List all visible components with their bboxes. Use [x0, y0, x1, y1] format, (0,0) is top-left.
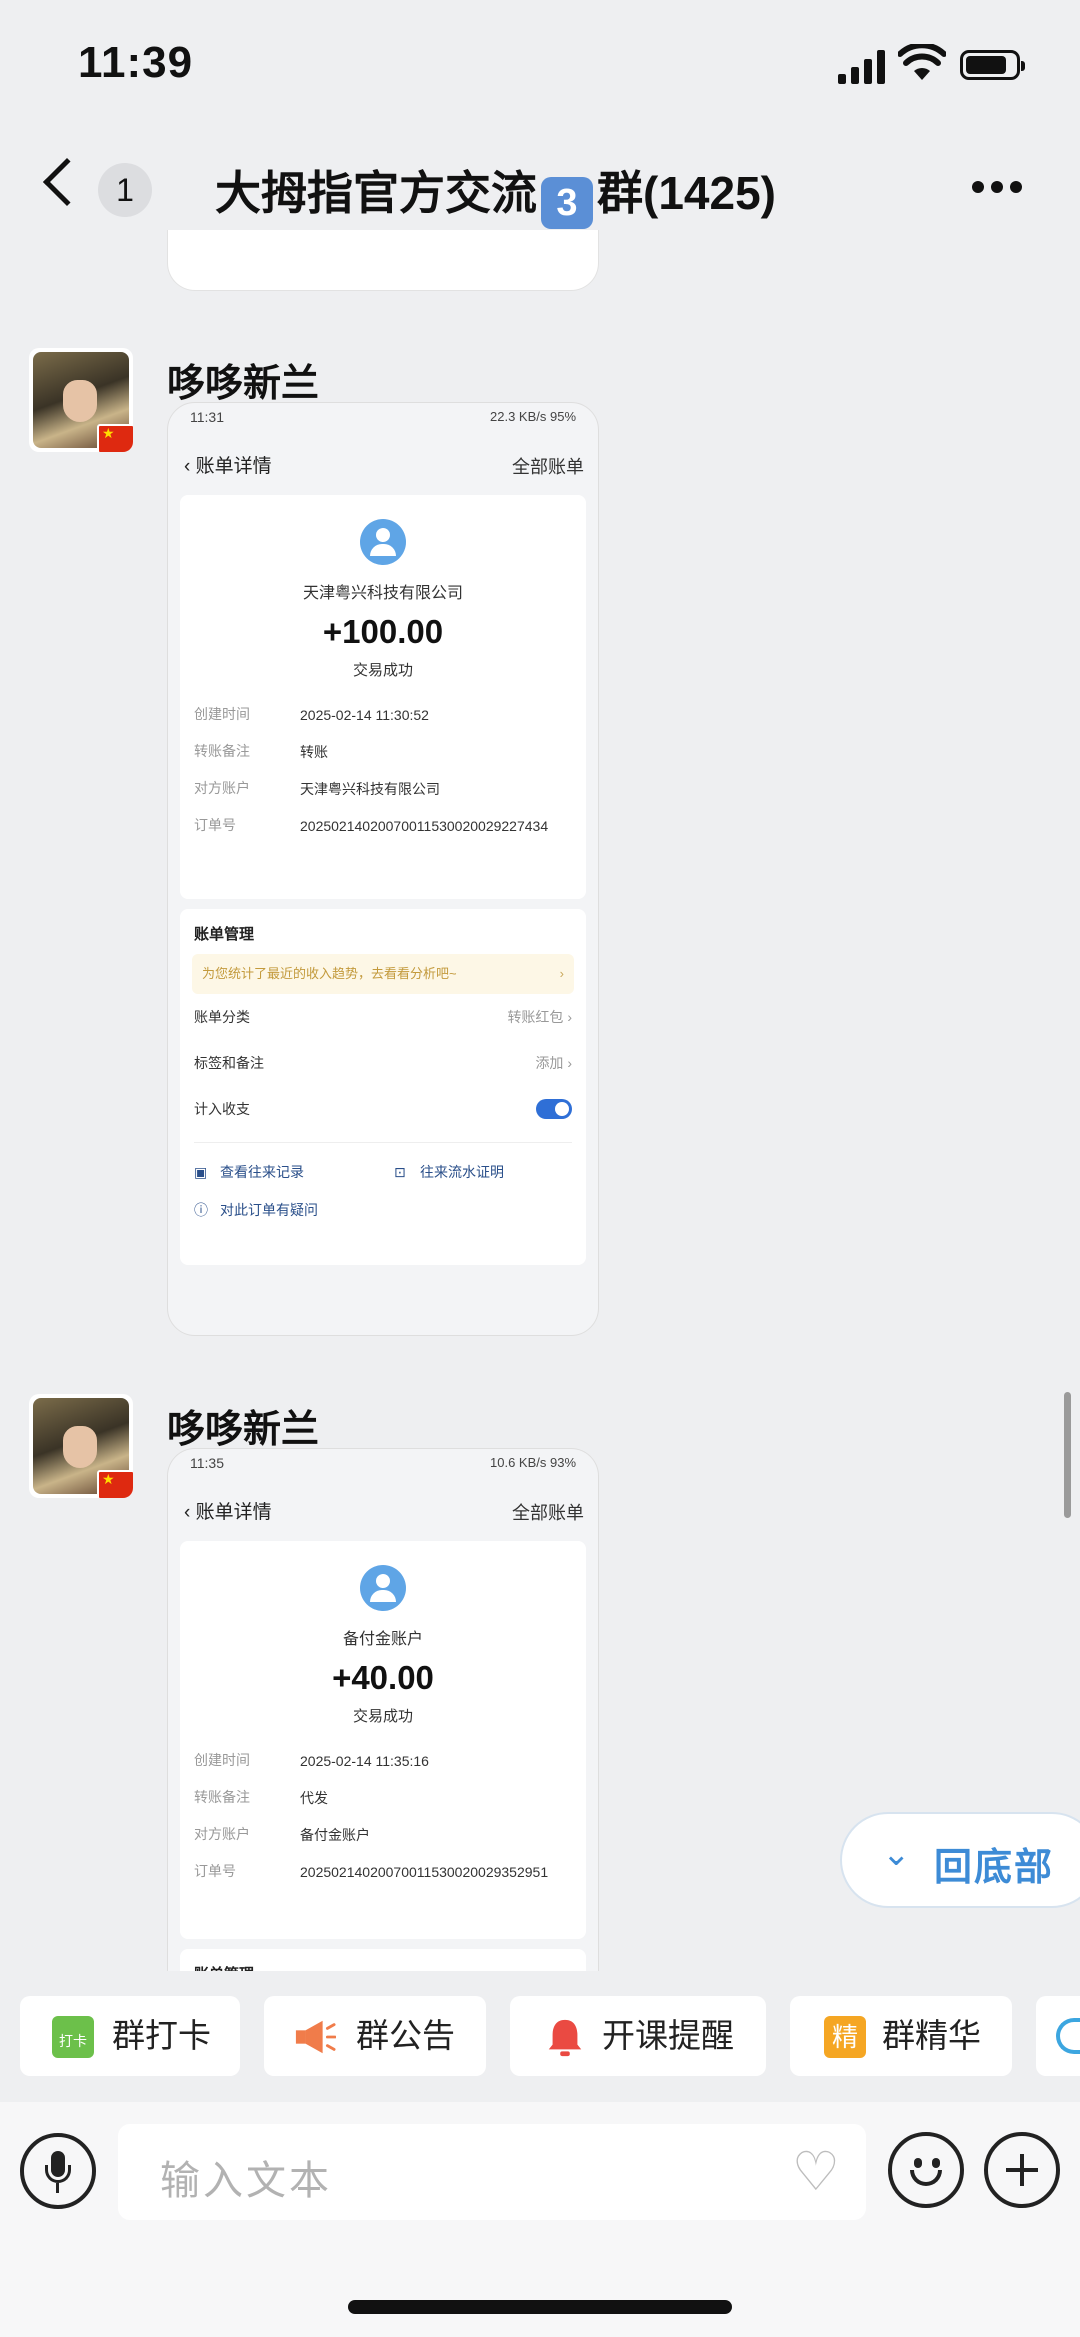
screenshot-status-bar: 11:31 22.3 KB/s 95%	[190, 409, 576, 425]
bill-management-card: 账单管理	[180, 1949, 586, 1971]
favorite-heart-icon[interactable]: ♡	[792, 2140, 840, 2203]
sender-name[interactable]: 哆哆新兰	[167, 352, 319, 407]
records-link: ▣ 查看往来记录 ⊡ 往来流水证明	[180, 1153, 586, 1191]
count-row: 计入收支	[180, 1086, 586, 1132]
more-options-icon[interactable]	[972, 180, 1029, 198]
home-indicator	[348, 2300, 732, 2314]
checkin-calendar-icon: 打卡	[52, 2016, 94, 2058]
double-chevron-down-icon: ⌄	[882, 1835, 911, 1873]
scroll-to-bottom-button[interactable]: ⌄ 回底部	[840, 1812, 1080, 1908]
proof-icon: ⊡	[394, 1164, 406, 1180]
battery-icon	[960, 50, 1025, 80]
signal-icon	[838, 50, 885, 84]
detail-row: 创建时间 2025-02-14 11:30:52	[194, 706, 429, 723]
avatar[interactable]	[29, 348, 133, 452]
essence-button[interactable]: 精 群精华	[790, 1996, 1012, 2076]
question-icon: ⓘ	[194, 1202, 208, 1218]
megaphone-icon	[295, 2020, 336, 2054]
emoji-icon[interactable]	[888, 2132, 964, 2208]
class-reminder-button[interactable]: 开课提醒	[510, 1996, 766, 2076]
tags-row: 标签和备注 添加 ›	[194, 1055, 572, 1071]
record-icon: ▣	[194, 1164, 208, 1180]
user-icon	[360, 1565, 406, 1611]
detail-row: 转账备注 代发	[194, 1789, 328, 1806]
china-flag-icon	[97, 424, 133, 452]
essence-icon: 精	[824, 2016, 866, 2058]
checkin-button[interactable]: 打卡 群打卡	[20, 1996, 240, 2076]
detail-row: 订单号 20250214020070011530020029352951	[194, 1863, 549, 1880]
back-arrow-icon[interactable]	[42, 157, 92, 207]
detail-row: 转账备注 转账	[194, 743, 328, 760]
screenshot-nav: ‹ 账单详情 全部账单	[184, 1502, 584, 1523]
voice-input-icon[interactable]	[20, 2133, 96, 2209]
add-attachment-icon[interactable]	[984, 2132, 1060, 2208]
bill-detail-card: 备付金账户 +40.00 交易成功 创建时间 2025-02-14 11:35:1…	[180, 1541, 586, 1939]
detail-row: 订单号 20250214020070011530020029227434	[194, 817, 549, 834]
scrollbar[interactable]	[1064, 1392, 1071, 1518]
unread-count-badge[interactable]: 1	[98, 163, 152, 217]
announcement-button[interactable]: 群公告	[264, 1996, 486, 2076]
keycap-three-icon: 3	[541, 177, 593, 229]
avatar[interactable]	[29, 1394, 133, 1498]
image-message[interactable]: 11:35 10.6 KB/s 93% ‹ 账单详情 全部账单 备付金账户 +4…	[167, 1448, 599, 1971]
question-link: ⓘ 对此订单有疑问	[180, 1191, 586, 1229]
category-row: 账单分类 转账红包 ›	[194, 1009, 572, 1025]
wifi-icon	[898, 44, 946, 80]
previous-message-bubble[interactable]	[167, 230, 599, 291]
message-input[interactable]: 输入文本 ♡	[118, 2124, 866, 2220]
detail-row: 对方账户 天津粤兴科技有限公司	[194, 780, 440, 797]
partial-action-icon	[1056, 2018, 1080, 2054]
detail-row: 对方账户 备付金账户	[194, 1826, 370, 1843]
bill-detail-card: 天津粤兴科技有限公司 +100.00 交易成功 创建时间 2025-02-14 1…	[180, 495, 586, 899]
image-message[interactable]: 11:31 22.3 KB/s 95% ‹ 账单详情 全部账单 天津粤兴科技有限…	[167, 402, 599, 1336]
screenshot-status-bar: 11:35 10.6 KB/s 93%	[190, 1455, 576, 1471]
chat-title: 大拇指官方交流 3 群(1425)	[215, 157, 776, 229]
status-time: 11:39	[78, 38, 194, 87]
user-icon	[360, 519, 406, 565]
more-quick-action[interactable]	[1036, 1996, 1080, 2076]
sender-name[interactable]: 哆哆新兰	[167, 1398, 319, 1453]
bill-management-card: 账单管理 为您统计了最近的收入趋势，去看看分析吧~ › 账单分类 转账红包 › 标签…	[180, 909, 586, 1265]
bell-icon	[548, 2019, 582, 2057]
china-flag-icon	[97, 1470, 133, 1498]
detail-row: 创建时间 2025-02-14 11:35:16	[194, 1752, 429, 1769]
toggle-icon	[536, 1099, 572, 1119]
screenshot-nav: ‹ 账单详情 全部账单	[184, 456, 584, 477]
income-trend-hint: 为您统计了最近的收入趋势，去看看分析吧~ ›	[192, 954, 574, 994]
